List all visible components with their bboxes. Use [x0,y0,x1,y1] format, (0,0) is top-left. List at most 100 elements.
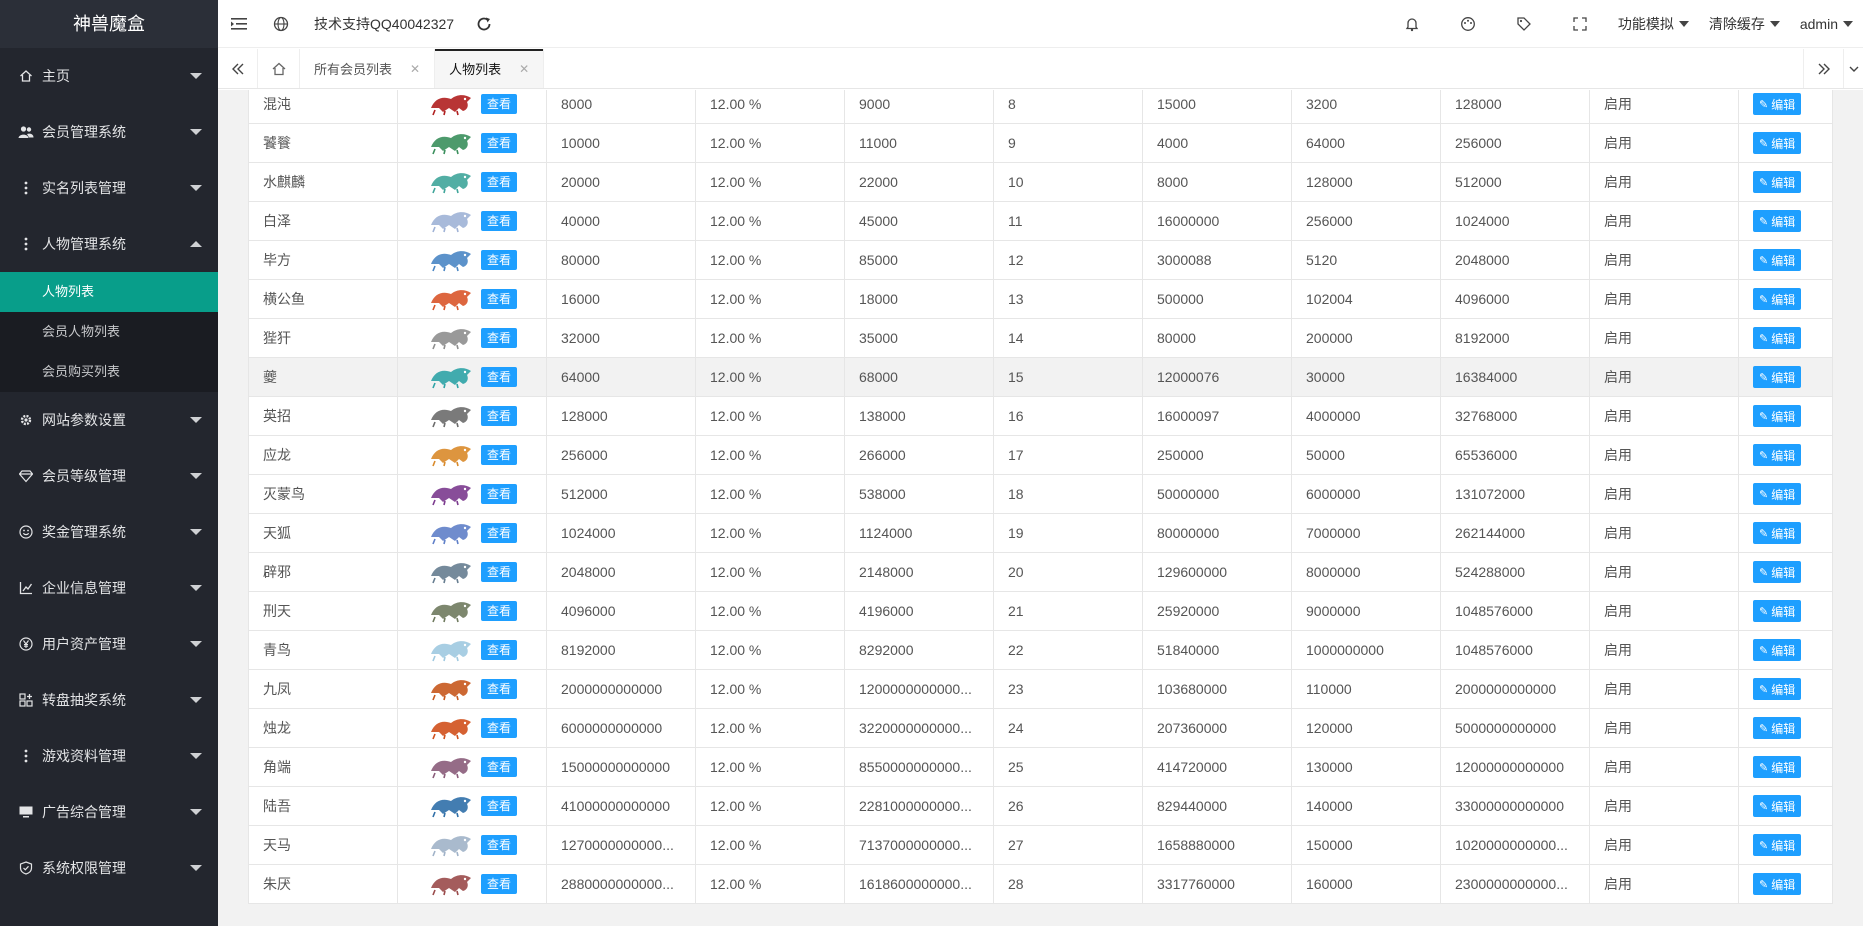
edit-button[interactable]: ✎ 编辑 [1753,132,1802,154]
sidebar-item-2[interactable]: 实名列表管理 [0,160,218,216]
view-button[interactable]: 查看 [480,289,517,309]
sidebar-item-11[interactable]: 广告综合管理 [0,784,218,840]
menu-toggle-icon[interactable] [218,0,260,48]
character-name-cell: 饕餮 [248,123,398,163]
table-cell: 16 [993,396,1143,436]
edit-button[interactable]: ✎ 编辑 [1753,717,1802,739]
edit-button[interactable]: ✎ 编辑 [1753,405,1802,427]
edit-button[interactable]: ✎ 编辑 [1753,639,1802,661]
sidebar-item-label: 奖金管理系统 [42,524,126,540]
tabs-more-icon[interactable] [1843,49,1863,88]
table-cell: 45000 [844,201,994,241]
view-button[interactable]: 查看 [480,328,517,348]
view-button[interactable]: 查看 [480,172,517,192]
view-button[interactable]: 查看 [480,484,517,504]
table-cell: 启用 [1589,552,1739,592]
table-cell: 1048576000 [1440,591,1590,631]
view-button[interactable]: 查看 [480,406,517,426]
sidebar-subitem-0[interactable]: 人物列表 [0,272,218,312]
close-icon[interactable]: ✕ [410,62,420,76]
edit-button[interactable]: ✎ 编辑 [1753,171,1802,193]
pencil-icon: ✎ [1759,683,1769,696]
close-icon[interactable]: ✕ [519,62,529,76]
sidebar-item-9[interactable]: 转盘抽奖系统 [0,672,218,728]
edit-button[interactable]: ✎ 编辑 [1753,288,1802,310]
sidebar-item-3[interactable]: 人物管理系统 [0,216,218,272]
character-image-cell: 查看 [397,90,547,124]
view-button[interactable]: 查看 [480,211,517,231]
tab-0[interactable]: 所有会员列表 ✕ [300,49,436,88]
view-button[interactable]: 查看 [480,679,517,699]
table-cell: 启用 [1589,825,1739,865]
edit-button[interactable]: ✎ 编辑 [1753,600,1802,622]
view-button[interactable]: 查看 [480,562,517,582]
view-button[interactable]: 查看 [480,367,517,387]
view-button[interactable]: 查看 [480,757,517,777]
table-cell: 32000 [546,318,696,358]
tab-home-icon[interactable] [258,49,300,88]
simulate-dropdown[interactable]: 功能模拟 [1608,0,1699,48]
tabs-scroll-right-icon[interactable] [1803,49,1843,88]
view-button[interactable]: 查看 [480,796,517,816]
character-name-cell: 白泽 [248,201,398,241]
tag-icon[interactable] [1496,0,1552,48]
sidebar-item-7[interactable]: 企业信息管理 [0,560,218,616]
sidebar-subitem-1[interactable]: 会员人物列表 [0,312,218,352]
user-dropdown[interactable]: admin [1790,0,1863,48]
action-cell: ✎ 编辑 [1738,552,1833,592]
edit-button[interactable]: ✎ 编辑 [1753,327,1802,349]
bell-icon[interactable] [1384,0,1440,48]
view-button[interactable]: 查看 [480,94,517,114]
pencil-icon: ✎ [1759,644,1769,657]
sidebar-item-4[interactable]: 网站参数设置 [0,392,218,448]
sidebar-item-8[interactable]: 用户资产管理 [0,616,218,672]
view-button[interactable]: 查看 [480,445,517,465]
view-button[interactable]: 查看 [480,874,517,894]
table-cell: 12.00 % [695,513,845,553]
sidebar-item-5[interactable]: 会员等级管理 [0,448,218,504]
view-button[interactable]: 查看 [480,601,517,621]
clear-cache-dropdown[interactable]: 清除缓存 [1699,0,1790,48]
edit-button[interactable]: ✎ 编辑 [1753,249,1802,271]
table-row: 白泽 查看 40000 12.00 % 45000 11 16000000 256000 102… [248,201,1833,241]
table-cell: 40000 [546,201,696,241]
edit-button[interactable]: ✎ 编辑 [1753,522,1802,544]
edit-button[interactable]: ✎ 编辑 [1753,366,1802,388]
table-row: 烛龙 查看 6000000000000 12.00 % 3220000000000...… [248,708,1833,748]
sidebar-item-12[interactable]: 系统权限管理 [0,840,218,896]
edit-button[interactable]: ✎ 编辑 [1753,93,1802,115]
chevron-down-icon [190,585,202,591]
character-image-cell: 查看 [397,240,547,280]
table-cell: 19 [993,513,1143,553]
pencil-icon: ✎ [1759,293,1769,306]
edit-button[interactable]: ✎ 编辑 [1753,678,1802,700]
tab-1[interactable]: 人物列表 ✕ [435,49,545,88]
tabs-scroll-left-icon[interactable] [218,49,258,88]
sidebar-item-0[interactable]: 主页 [0,48,218,104]
sidebar-item-6[interactable]: 奖金管理系统 [0,504,218,560]
edit-button[interactable]: ✎ 编辑 [1753,483,1802,505]
view-button[interactable]: 查看 [480,133,517,153]
character-image-cell: 查看 [397,669,547,709]
sidebar-subitem-2[interactable]: 会员购买列表 [0,352,218,392]
edit-button[interactable]: ✎ 编辑 [1753,873,1802,895]
refresh-icon[interactable] [466,0,502,48]
globe-icon[interactable] [260,0,302,48]
edit-button[interactable]: ✎ 编辑 [1753,444,1802,466]
edit-button[interactable]: ✎ 编辑 [1753,795,1802,817]
view-button[interactable]: 查看 [480,835,517,855]
edit-button[interactable]: ✎ 编辑 [1753,210,1802,232]
edit-button[interactable]: ✎ 编辑 [1753,834,1802,856]
action-cell: ✎ 编辑 [1738,396,1833,436]
sidebar-item-10[interactable]: 游戏资料管理 [0,728,218,784]
view-button[interactable]: 查看 [480,523,517,543]
view-button[interactable]: 查看 [480,640,517,660]
view-button[interactable]: 查看 [480,250,517,270]
fullscreen-icon[interactable] [1552,0,1608,48]
pencil-icon: ✎ [1759,176,1769,189]
view-button[interactable]: 查看 [480,718,517,738]
sidebar-item-1[interactable]: 会员管理系统 [0,104,218,160]
edit-button[interactable]: ✎ 编辑 [1753,756,1802,778]
edit-button[interactable]: ✎ 编辑 [1753,561,1802,583]
theme-icon[interactable] [1440,0,1496,48]
